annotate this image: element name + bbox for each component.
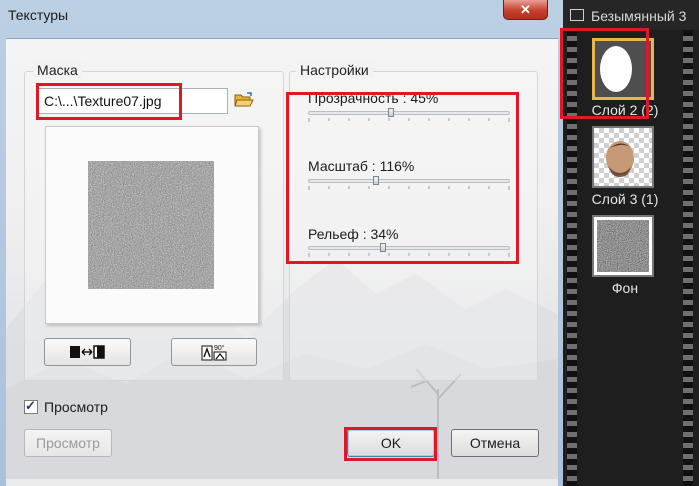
film-strip-left	[567, 30, 577, 486]
textures-dialog: Текстуры ✕ Маска Настройки C:\...\Textur…	[0, 0, 563, 486]
scale-slider-ticks	[308, 186, 510, 190]
relief-slider-label: Рельеф : 34%	[308, 226, 399, 242]
layer-thumb-3[interactable]	[592, 215, 654, 277]
relief-slider-ticks	[308, 253, 510, 257]
oval-mask-thumbnail	[595, 41, 651, 97]
opacity-slider[interactable]	[308, 111, 510, 115]
scale-slider-thumb[interactable]	[373, 176, 379, 185]
title-bar[interactable]: Текстуры ✕	[0, 0, 563, 32]
relief-slider[interactable]	[308, 246, 510, 250]
opacity-slider-thumb[interactable]	[388, 108, 394, 117]
cancel-button[interactable]: Отмена	[451, 429, 539, 457]
portrait-thumbnail	[606, 141, 634, 177]
scale-slider-label: Масштаб : 116%	[308, 158, 415, 174]
mask-preview	[45, 126, 259, 324]
close-button[interactable]: ✕	[503, 0, 548, 20]
layer-thumb-1[interactable]	[592, 38, 654, 100]
swap-icon	[70, 345, 105, 359]
svg-text:90°: 90°	[214, 344, 225, 352]
rotate-90-icon: 90°	[201, 344, 227, 361]
swap-button[interactable]	[44, 338, 131, 366]
mask-file-input[interactable]: C:\...\Texture07.jpg	[38, 88, 228, 114]
relief-slider-thumb[interactable]	[380, 243, 386, 252]
preview-button[interactable]: Просмотр	[24, 429, 112, 457]
opacity-slider-ticks	[308, 118, 510, 122]
rotate-button[interactable]: 90°	[171, 338, 257, 366]
layer-thumb-2[interactable]	[592, 126, 654, 188]
layer-name-3[interactable]: Фон	[581, 280, 669, 296]
document-title: Безымянный 3	[591, 8, 687, 24]
checkmark-icon: ✓	[25, 398, 36, 413]
film-strip-right	[683, 30, 693, 486]
ok-button[interactable]: OK	[347, 429, 435, 457]
preview-checkbox-label[interactable]: Просмотр	[44, 399, 108, 415]
noise-texture	[88, 161, 214, 289]
preview-checkbox[interactable]: ✓	[24, 398, 38, 414]
layers-header: Безымянный 3	[563, 0, 699, 30]
layer-name-2[interactable]: Слой 3 (1)	[581, 191, 669, 207]
noise-thumbnail	[594, 217, 652, 275]
scale-slider[interactable]	[308, 179, 510, 183]
image-window-icon	[570, 9, 584, 21]
opacity-slider-label: Прозрачность : 45%	[308, 90, 439, 106]
dialog-title: Текстуры	[8, 7, 69, 23]
settings-group-label: Настройки	[296, 62, 373, 78]
folder-open-icon[interactable]	[234, 91, 254, 109]
mask-group-label: Маска	[33, 62, 82, 78]
layers-panel: Безымянный 3 Слой 2 (2) Слой 3 (1) Фон	[563, 0, 699, 486]
layer-name-1[interactable]: Слой 2 (2)	[581, 102, 669, 118]
